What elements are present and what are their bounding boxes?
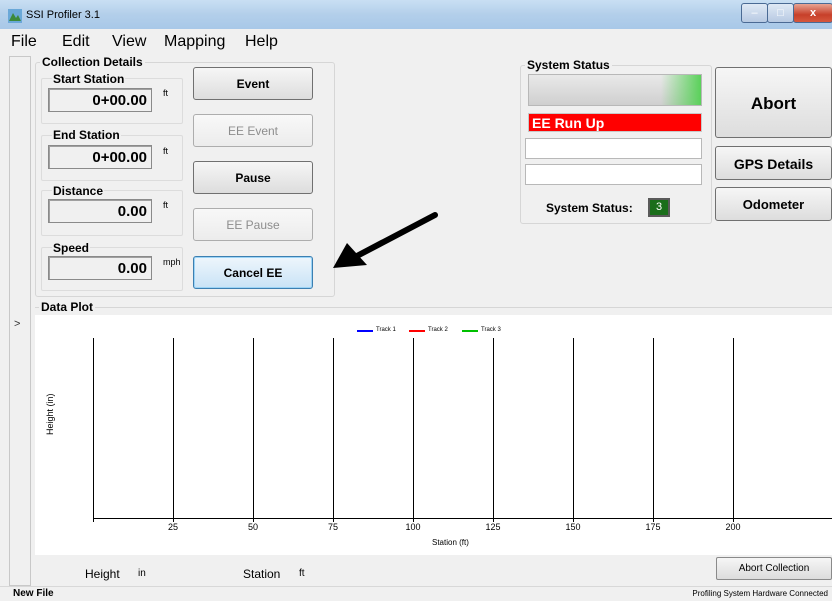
collection-details-title: Collection Details [40,55,145,69]
menu-help[interactable]: Help [245,33,278,51]
menu-view[interactable]: View [112,33,146,51]
event-button[interactable]: Event [193,67,313,100]
x-tick-label: 150 [565,522,581,532]
menu-mapping[interactable]: Mapping [164,33,225,51]
x-tick-label: 75 [327,522,338,532]
gridline [333,338,334,522]
end-station-label: End Station [52,128,121,142]
legend-line-track-2 [409,330,425,332]
gridline [653,338,654,522]
height-readout-label: Height [85,567,120,581]
gridline [93,338,94,522]
legend-label-track-2: Track 2 [428,327,448,333]
distance-label: Distance [52,184,105,198]
close-button[interactable]: x [793,3,832,23]
maximize-button[interactable]: □ [767,3,794,23]
start-station-unit: ft [163,88,169,98]
annotation-arrow-icon [333,212,438,268]
app-icon [8,9,22,23]
gridline [573,338,574,522]
start-station-label: Start Station [52,72,126,86]
menu-bar: File Edit View Mapping Help [0,29,832,54]
window-controls: – □ x [741,3,832,23]
gridline [253,338,254,522]
x-tick-label: 200 [725,522,741,532]
abort-button[interactable]: Abort [715,67,832,138]
start-station-value: 0+00.00 [48,88,152,112]
x-tick-label: 125 [485,522,501,532]
legend-label-track-3: Track 3 [481,327,501,333]
end-station-unit: ft [163,146,169,156]
x-tick-label: 50 [247,522,258,532]
readout-bar: Height in Station ft Abort Collection [35,555,832,585]
speed-unit: mph [163,257,181,267]
x-axis [93,518,832,519]
abort-collection-button[interactable]: Abort Collection [716,557,832,580]
legend-label-track-1: Track 1 [376,327,396,333]
title-bar: SSI Profiler 3.1 – □ x [0,0,832,29]
gridline [493,338,494,522]
x-tick-label: 175 [645,522,661,532]
gridline [733,338,734,522]
file-status: New File [13,588,54,599]
minimize-button[interactable]: – [741,3,768,23]
data-plot-title: Data Plot [39,300,96,314]
x-tick-label: 25 [167,522,178,532]
menu-edit[interactable]: Edit [62,33,90,51]
height-readout-unit: in [138,568,146,579]
pause-button[interactable]: Pause [193,161,313,194]
legend-line-track-1 [357,330,373,332]
speed-label: Speed [52,241,91,255]
expand-arrow-icon[interactable]: > [14,318,20,330]
data-plot-area: Track 1 Track 2 Track 3 Height (in) Stat… [35,315,832,555]
speed-value: 0.00 [48,256,152,280]
ee-event-button[interactable]: EE Event [193,114,313,147]
system-status-label: System Status: [546,201,633,215]
status-message: EE Run Up [528,113,702,132]
cancel-ee-button[interactable]: Cancel EE [193,256,313,289]
ee-pause-button[interactable]: EE Pause [193,208,313,241]
status-field-2 [525,164,702,185]
data-plot-divider [35,307,832,308]
progress-glow [661,75,701,105]
gridline [173,338,174,522]
menu-file[interactable]: File [11,33,37,51]
system-status-code: 3 [648,198,670,217]
x-axis-label: Station (ft) [432,538,469,547]
legend-line-track-3 [462,330,478,332]
status-field-1 [525,138,702,159]
status-bar: New File Profiling System Hardware Conne… [0,586,832,601]
distance-value: 0.00 [48,199,152,223]
y-axis-label: Height (in) [45,393,55,435]
x-tick-label: 100 [405,522,421,532]
gridline [413,338,414,522]
gps-details-button[interactable]: GPS Details [715,146,832,180]
distance-unit: ft [163,200,169,210]
window-title: SSI Profiler 3.1 [26,9,100,21]
system-status-title: System Status [525,58,612,72]
station-readout-label: Station [243,567,281,581]
station-readout-unit: ft [299,568,305,579]
hardware-status: Profiling System Hardware Connected [692,589,828,598]
odometer-button[interactable]: Odometer [715,187,832,221]
status-progress-bar [528,74,702,106]
end-station-value: 0+00.00 [48,145,152,169]
